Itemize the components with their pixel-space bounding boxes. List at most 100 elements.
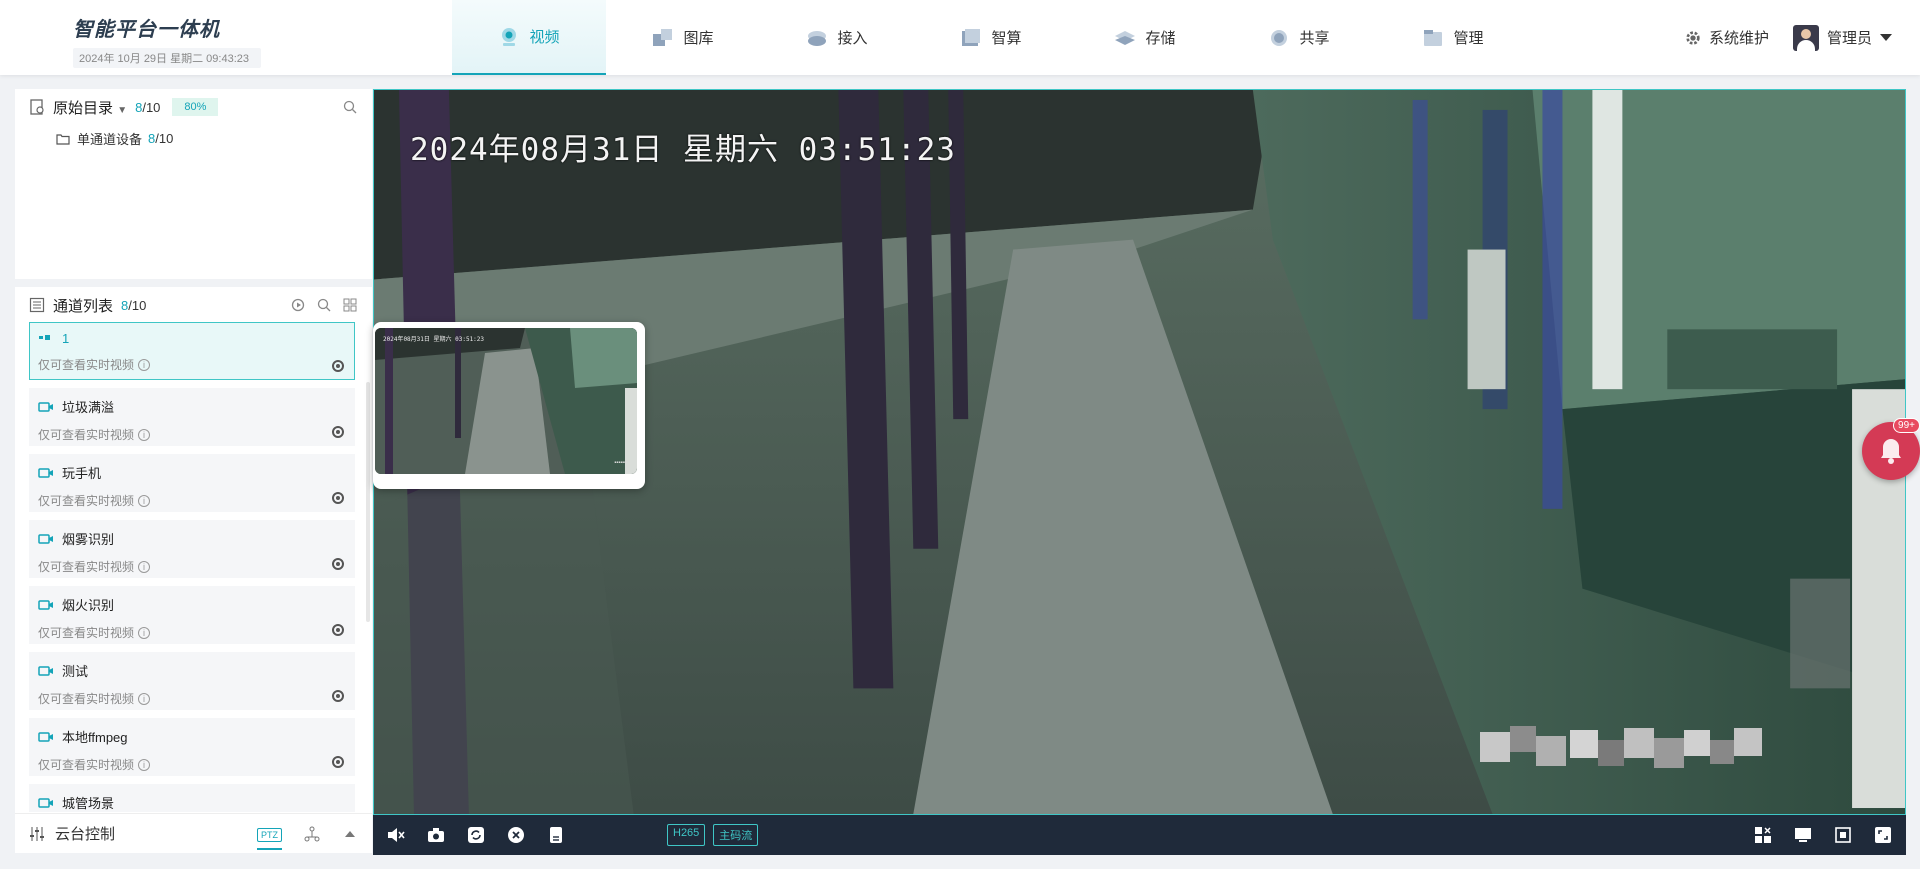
channel-status: 仅可查看实时视频 xyxy=(38,494,135,508)
refresh-play-icon[interactable] xyxy=(290,297,306,313)
camera-icon xyxy=(38,533,54,545)
fit-screen-icon[interactable] xyxy=(1834,826,1852,844)
header-right: 系统维护 管理员 xyxy=(1685,0,1892,75)
nav-manage[interactable]: 管理 xyxy=(1376,0,1530,75)
ptz-tag: PTZ xyxy=(257,828,282,842)
channel-settings-icon[interactable] xyxy=(332,756,344,768)
channel-status: 仅可查看实时视频 xyxy=(38,428,135,442)
record-file-icon[interactable] xyxy=(547,826,565,844)
nav-gallery[interactable]: 图库 xyxy=(606,0,760,75)
tree-item-single-channel[interactable]: 单通道设备 8/10 xyxy=(15,125,372,148)
info-icon: i xyxy=(138,428,151,441)
info-icon: i xyxy=(138,758,151,771)
app-title: 智能平台一体机 xyxy=(73,17,220,41)
channel-item[interactable]: 玩手机 仅可查看实时视频 i xyxy=(29,454,355,512)
channel-name: 测试 xyxy=(62,664,89,679)
channel-item[interactable]: 本地ffmpeg 仅可查看实时视频 i xyxy=(29,718,355,776)
brand: 智能平台一体机 2024年 10月 29日 星期二 09:43:23 xyxy=(73,13,261,68)
channel-item[interactable]: 烟雾识别 仅可查看实时视频 i xyxy=(29,520,355,578)
channel-item[interactable]: 垃圾满溢 仅可查看实时视频 i xyxy=(29,388,355,446)
gear-icon xyxy=(1685,30,1701,46)
catalog-count-total: /10 xyxy=(142,99,161,115)
channel-list: 1 仅可查看实时视频 i 垃圾满溢 仅可查看实时视频 i 玩手机 仅可查看实时视频 i… xyxy=(29,322,355,812)
compute-icon xyxy=(960,28,982,48)
camera-snapshot-icon[interactable] xyxy=(427,826,445,844)
channel-item[interactable]: 测试 仅可查看实时视频 i xyxy=(29,652,355,710)
codec-tag[interactable]: H265 xyxy=(667,824,706,846)
channel-status: 仅可查看实时视频 xyxy=(38,358,135,372)
user-name: 管理员 xyxy=(1826,30,1872,47)
channel-settings-icon[interactable] xyxy=(332,360,344,372)
camera-icon xyxy=(38,467,54,479)
fullscreen-icon[interactable] xyxy=(1874,826,1892,844)
search-icon[interactable] xyxy=(316,297,332,313)
channel-item[interactable]: 烟火识别 仅可查看实时视频 i xyxy=(29,586,355,644)
camera-icon xyxy=(38,731,54,743)
channel-item[interactable]: 1 仅可查看实时视频 i xyxy=(29,322,355,380)
catalog-dropdown-icon[interactable]: ▼ xyxy=(117,105,127,116)
avatar xyxy=(1792,24,1819,51)
catalog-title-text: 原始目录 xyxy=(53,99,114,117)
nav-storage-label: 存储 xyxy=(1145,30,1176,47)
section-divider xyxy=(15,279,372,287)
channel-settings-icon[interactable] xyxy=(332,492,344,504)
catalog-count: 8/10 xyxy=(135,100,160,115)
info-icon: i xyxy=(138,494,151,507)
channel-item[interactable]: 城管场景 xyxy=(29,784,355,812)
stream-type-tag[interactable]: 主码流 xyxy=(713,824,759,846)
channel-list-tools xyxy=(290,297,358,313)
catalog-title[interactable]: 原始目录 ▼ xyxy=(53,97,127,118)
info-icon: i xyxy=(138,358,151,371)
channel-list-header-wrap: 通道列表 8/10 xyxy=(15,287,372,323)
channel-status: 仅可查看实时视频 xyxy=(38,626,135,640)
preview-timestamp: 2024年08月31日 星期六 03:51:23 xyxy=(383,336,485,343)
camera-icon xyxy=(38,665,54,677)
channel-name: 烟火识别 xyxy=(62,598,115,613)
channel-settings-icon[interactable] xyxy=(332,558,344,570)
gallery-icon xyxy=(652,28,674,48)
camera-icon xyxy=(38,599,54,611)
refresh-icon[interactable] xyxy=(467,826,485,844)
channel-preview-popup[interactable]: 2024年08月31日 星期六 03:51:23 ▪▪▪▪▪▪ xyxy=(373,322,645,489)
channel-list-scrollbar[interactable] xyxy=(366,322,370,812)
chevron-down-icon xyxy=(1880,34,1892,41)
layout-grid-icon[interactable] xyxy=(1754,826,1772,844)
catalog-tools xyxy=(342,99,358,115)
video-globe-icon xyxy=(498,27,520,47)
user-menu[interactable]: 管理员 xyxy=(1792,24,1892,51)
mute-icon[interactable] xyxy=(387,826,405,844)
network-icon[interactable] xyxy=(304,826,320,842)
top-header: 智能平台一体机 2024年 10月 29日 星期二 09:43:23 视频 图库… xyxy=(0,0,1920,75)
close-stream-icon[interactable] xyxy=(507,826,525,844)
system-maintenance-label: 系统维护 xyxy=(1708,30,1769,47)
channel-settings-icon[interactable] xyxy=(332,426,344,438)
current-datetime: 2024年 10月 29日 星期二 09:43:23 xyxy=(73,48,261,68)
channel-name: 城管场景 xyxy=(62,796,115,811)
chevron-up-icon[interactable] xyxy=(342,826,358,842)
info-icon: i xyxy=(138,626,151,639)
nav-storage[interactable]: 存储 xyxy=(1068,0,1222,75)
blurred-watermark xyxy=(1480,726,1762,768)
nav-gallery-label: 图库 xyxy=(683,30,714,47)
monitor-icon[interactable] xyxy=(1794,826,1812,844)
ptz-title: 云台控制 xyxy=(55,826,116,843)
ptz-control-bar: 云台控制 PTZ xyxy=(15,813,372,853)
grid-view-icon[interactable] xyxy=(342,297,358,313)
search-icon[interactable] xyxy=(342,99,358,115)
ptz-tab[interactable]: PTZ xyxy=(257,825,282,850)
nav-video-label: 视频 xyxy=(529,29,560,46)
channel-settings-icon[interactable] xyxy=(332,690,344,702)
tree-item-count: 8/10 xyxy=(148,131,173,146)
nav-video[interactable]: 视频 xyxy=(452,0,606,75)
nav-compute[interactable]: 智算 xyxy=(914,0,1068,75)
nav-share[interactable]: 共享 xyxy=(1222,0,1376,75)
nav-access[interactable]: 接入 xyxy=(760,0,914,75)
notification-count-badge: 99+ xyxy=(1893,418,1920,433)
scroll-thumb[interactable] xyxy=(366,382,370,622)
folder-icon xyxy=(55,131,71,147)
channel-name: 1 xyxy=(62,331,70,346)
notification-bell-button[interactable]: 99+ xyxy=(1862,418,1920,480)
channel-settings-icon[interactable] xyxy=(332,624,344,636)
manage-icon xyxy=(1422,28,1444,48)
system-maintenance-button[interactable]: 系统维护 xyxy=(1685,27,1769,48)
